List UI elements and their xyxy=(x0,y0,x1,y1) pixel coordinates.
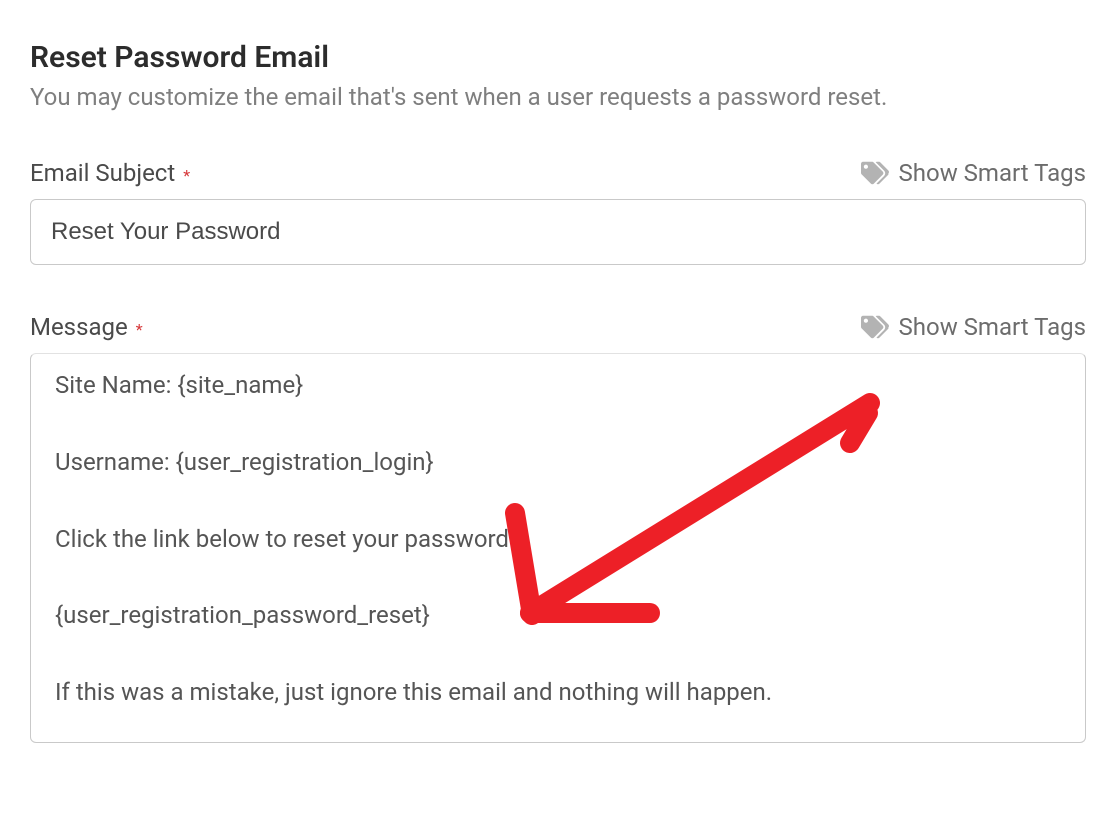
smart-tags-label: Show Smart Tags xyxy=(899,313,1086,341)
tags-icon xyxy=(861,313,889,341)
section-description: You may customize the email that's sent … xyxy=(30,83,1086,111)
tags-icon xyxy=(861,159,889,187)
message-label: Message xyxy=(30,313,128,341)
email-subject-label: Email Subject xyxy=(30,159,175,187)
section-title: Reset Password Email xyxy=(30,40,1086,75)
required-mark: * xyxy=(136,320,143,339)
smart-tags-label: Show Smart Tags xyxy=(899,159,1086,187)
required-mark: * xyxy=(183,166,190,185)
show-smart-tags-subject[interactable]: Show Smart Tags xyxy=(861,159,1086,187)
show-smart-tags-message[interactable]: Show Smart Tags xyxy=(861,313,1086,341)
message-textarea[interactable] xyxy=(30,353,1086,743)
email-subject-input[interactable] xyxy=(30,199,1086,265)
